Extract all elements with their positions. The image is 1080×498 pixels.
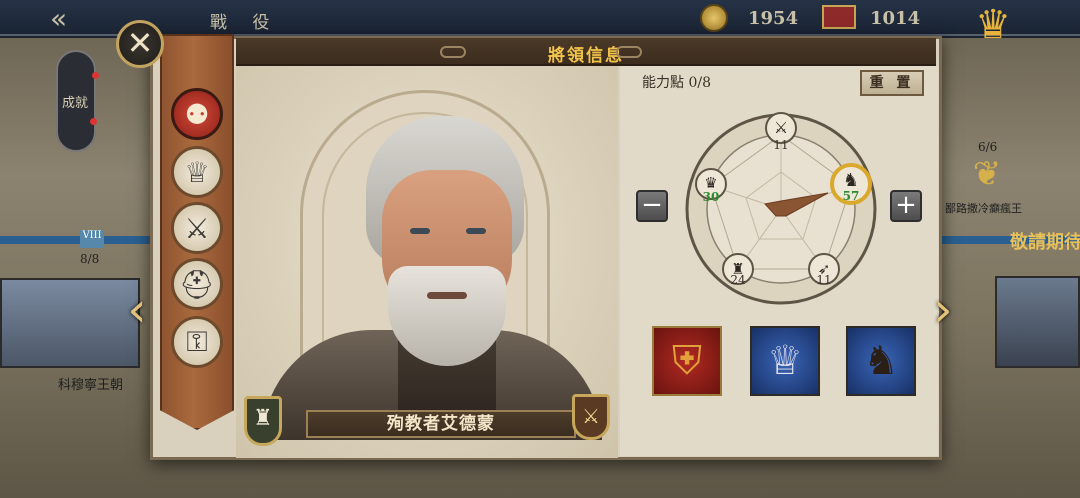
next-general-button[interactable]: ›	[928, 286, 958, 336]
horse-icon: ♞	[843, 170, 859, 191]
close-icon: ✕	[126, 24, 154, 62]
coming-soon-banner: 敬請期待	[1010, 232, 1080, 253]
crossed-swords-icon: ⚔	[774, 118, 788, 137]
chapter-progress: 6/6	[978, 140, 998, 154]
campaign-label-right: 鄙路撒冷癲瘋王	[945, 202, 1022, 215]
flag-icon	[822, 5, 856, 29]
decrease-button[interactable]: −	[636, 190, 668, 222]
reset-button[interactable]: 重 置	[860, 70, 924, 96]
back-arrow-icon[interactable]: «	[50, 2, 67, 35]
general-eye	[410, 228, 430, 234]
attributes-tab[interactable]: ⚉	[171, 88, 223, 140]
stat-value: 24	[730, 273, 746, 287]
sword-icon: ⚔	[184, 211, 210, 245]
crown-icon: ♕	[184, 155, 210, 189]
tower-icon: ♜	[244, 396, 282, 446]
notification-dot	[90, 118, 97, 125]
increase-button[interactable]: +	[890, 190, 922, 222]
laurel-badge-icon: ❦	[972, 154, 1002, 194]
coin-count: 1954	[748, 8, 799, 29]
notification-dot	[92, 72, 99, 79]
stat-value: 11	[773, 138, 788, 152]
lion-shield-icon: ⛨	[672, 338, 702, 384]
stat-value: 30	[703, 190, 720, 204]
stat-value: 11	[816, 273, 831, 287]
crossed-swords-icon: ⚔	[572, 394, 610, 440]
equipment-shield-slot[interactable]: ⛨	[652, 326, 722, 396]
equipment-horse-slot[interactable]: ♞	[846, 326, 916, 396]
chapter-progress: 8/8	[80, 252, 100, 266]
equipment-crown-slot[interactable]: ♕	[750, 326, 820, 396]
flag-count: 1014	[870, 8, 921, 29]
campaign-label-left: 科穆寧王朝	[58, 378, 124, 393]
general-mustache	[427, 292, 467, 299]
lock-icon: ⚿	[186, 325, 208, 358]
previous-general-button[interactable]: ‹	[122, 286, 152, 336]
general-eye	[466, 228, 486, 234]
tiara-icon: ♕	[767, 338, 803, 384]
dialog-titlebar: 將領信息	[236, 38, 936, 66]
attribute-radar: ⚔ 11 ♞ 57 ➶ 11 ♜ 24 ♛ 30	[685, 112, 877, 305]
dialog-title: 將領信息	[548, 46, 624, 66]
strength-icon: ⚉	[184, 97, 210, 131]
chevron-right-icon: ›	[933, 282, 953, 338]
sword-tab[interactable]: ⚔	[171, 202, 223, 254]
chevron-left-icon: ‹	[127, 282, 147, 338]
coin-icon	[700, 4, 728, 32]
helmet-tab[interactable]: ⛑	[171, 258, 223, 310]
stat-cavalry[interactable]: ♞ 57	[830, 163, 872, 205]
locked-tab[interactable]: ⚿	[171, 316, 223, 368]
achievement-label: 成就	[62, 96, 89, 111]
screen-title: 戰 役	[210, 13, 280, 33]
campaign-card-right[interactable]	[995, 276, 1080, 368]
stat-value: 57	[843, 189, 860, 203]
crown-tab[interactable]: ♕	[171, 146, 223, 198]
helmet-icon: ⛑	[179, 267, 215, 301]
ability-points: 能力點 0/8	[642, 75, 711, 91]
close-button[interactable]: ✕	[116, 20, 164, 68]
title-ornament-icon	[616, 46, 642, 58]
chapter-badge: VIII	[80, 230, 104, 248]
general-name: 殉教者艾德蒙	[306, 410, 576, 438]
campaign-card-left[interactable]	[0, 278, 140, 368]
crown-icon[interactable]: ♛	[962, 2, 1024, 50]
horse-icon: ♞	[863, 338, 899, 384]
